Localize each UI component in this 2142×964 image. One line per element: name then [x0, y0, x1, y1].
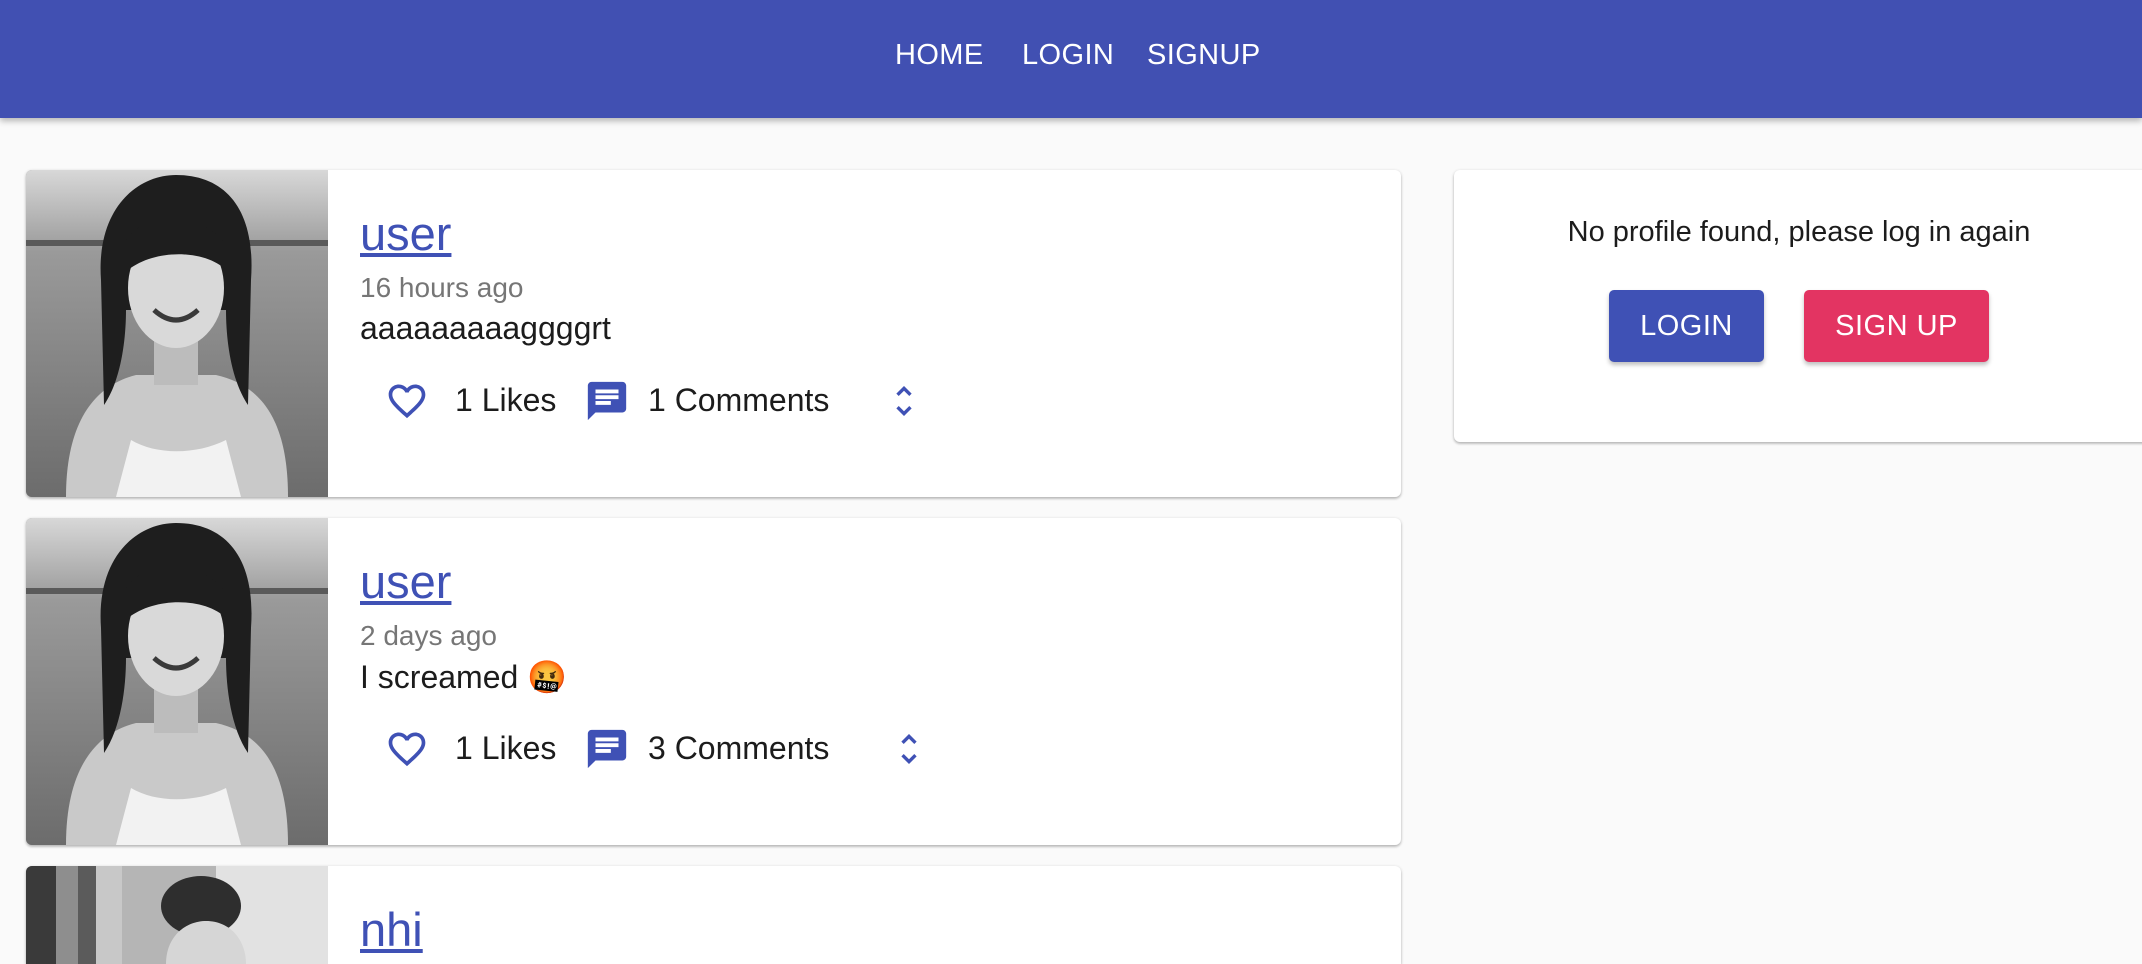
- chat-icon: [587, 381, 627, 421]
- heart-outline-icon: [388, 384, 426, 419]
- comments-count: 3 Comments: [648, 730, 830, 766]
- likes-count: 1 Likes: [455, 382, 557, 418]
- nav-home-link[interactable]: HOME: [895, 0, 984, 110]
- post-card: nhi: [26, 866, 1401, 964]
- user-photo-image: [26, 518, 328, 845]
- post-user-photo[interactable]: [26, 170, 328, 497]
- expand-post-button[interactable]: [876, 373, 932, 429]
- unfold-more-icon: [901, 734, 917, 764]
- post-timestamp: 2 days ago: [360, 620, 497, 651]
- login-button[interactable]: LOGIN: [1609, 290, 1764, 362]
- post-username-link[interactable]: user: [360, 206, 451, 261]
- post-body-text: I screamed 🤬: [360, 659, 568, 695]
- app-bar: HOME LOGIN SIGNUP: [0, 0, 2142, 118]
- post-timestamp: 16 hours ago: [360, 272, 524, 303]
- post-username-link[interactable]: user: [360, 554, 451, 609]
- post-user-photo[interactable]: [26, 866, 328, 964]
- comments-count: 1 Comments: [648, 382, 830, 418]
- post-card: user 2 days ago I screamed 🤬 1 Likes 3 C…: [26, 518, 1401, 845]
- like-button[interactable]: [379, 373, 435, 429]
- likes-count: 1 Likes: [455, 730, 557, 766]
- signup-button[interactable]: SIGN UP: [1804, 290, 1989, 362]
- nav-login-link[interactable]: LOGIN: [1022, 0, 1114, 110]
- like-button[interactable]: [379, 721, 435, 777]
- user-photo-image: [26, 866, 328, 964]
- post-card: user 16 hours ago aaaaaaaaaggggrt 1 Like…: [26, 170, 1401, 497]
- comments-button[interactable]: [579, 373, 635, 429]
- post-body-text: aaaaaaaaaggggrt: [360, 310, 611, 346]
- unfold-more-icon: [896, 386, 912, 416]
- chat-icon: [587, 729, 627, 769]
- comments-button[interactable]: [579, 721, 635, 777]
- user-photo-image: [26, 170, 328, 497]
- heart-outline-icon: [388, 732, 426, 767]
- expand-post-button[interactable]: [881, 721, 937, 777]
- post-username-link[interactable]: nhi: [360, 902, 423, 957]
- post-user-photo[interactable]: [26, 518, 328, 845]
- profile-card: No profile found, please log in again LO…: [1454, 170, 2142, 442]
- nav-signup-link[interactable]: SIGNUP: [1147, 0, 1261, 110]
- no-profile-message: No profile found, please log in again: [1567, 216, 2031, 248]
